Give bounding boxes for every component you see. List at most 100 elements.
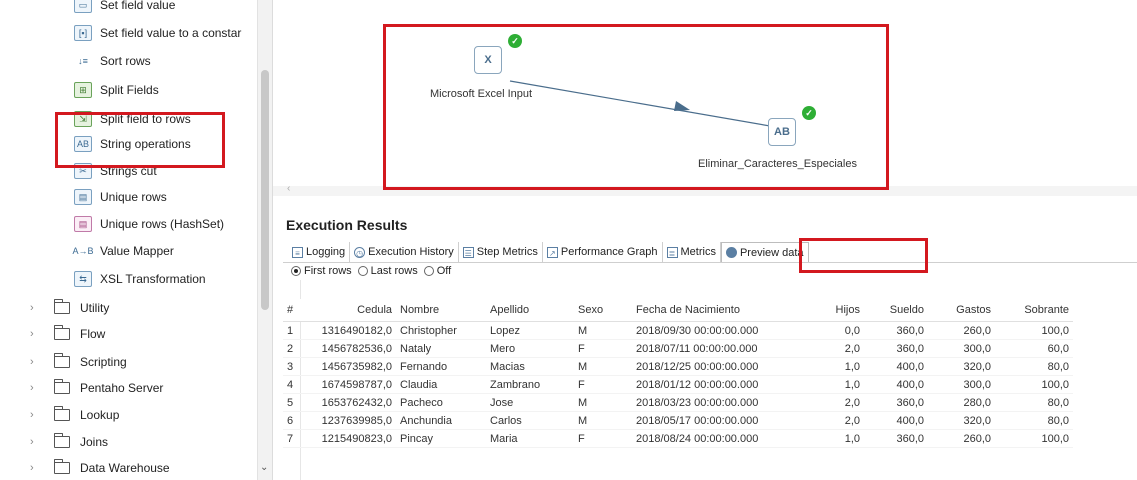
- logging-icon: ≡: [292, 246, 303, 258]
- category-joins[interactable]: › Joins: [0, 430, 108, 454]
- value-mapper-icon: A→B: [72, 246, 94, 256]
- tab-performance-graph[interactable]: ↗ Performance Graph: [543, 242, 663, 262]
- table-cell: 5: [283, 393, 300, 412]
- table-cell: 320,0: [928, 357, 995, 376]
- table-cell: 360,0: [864, 429, 928, 448]
- table-row[interactable]: 3 1456735982,0 Fernando Macias M 2018/12/25 0…: [283, 357, 1073, 376]
- table-cell: 80,0: [995, 357, 1073, 376]
- folder-icon: [54, 459, 70, 474]
- category-utility[interactable]: › Utility: [0, 296, 109, 320]
- table-cell: Pacheco: [396, 393, 486, 412]
- table-row[interactable]: 1 1316490182,0 Christopher Lopez M 2018/09/30…: [283, 321, 1073, 340]
- chevron-right-icon: ›: [30, 328, 34, 340]
- table-cell: 2,0: [798, 411, 864, 430]
- table-cell: 6: [283, 411, 300, 430]
- table-cell: 280,0: [928, 393, 995, 412]
- table-row[interactable]: 7 1215490823,0 Pincay Maria F 2018/08/24 00:0…: [283, 429, 1073, 448]
- table-cell: Claudia: [396, 375, 486, 394]
- column-header-1[interactable]: Cedula: [300, 299, 396, 322]
- column-header-4[interactable]: Sexo: [574, 299, 632, 322]
- table-cell: 60,0: [995, 339, 1073, 358]
- category-lookup[interactable]: › Lookup: [0, 403, 119, 427]
- tab-preview-data[interactable]: Preview data: [720, 241, 809, 263]
- step-value-mapper[interactable]: A→B Value Mapper: [72, 240, 174, 262]
- execution-tabs: ≡ Logging ◷ Execution History ☰ Step Met…: [288, 241, 809, 263]
- radio-off[interactable]: Off: [423, 265, 451, 277]
- category-pentaho-server[interactable]: › Pentaho Server: [0, 376, 163, 400]
- table-cell: 2018/09/30 00:00:00.000: [632, 321, 798, 340]
- table-cell: 260,0: [928, 321, 995, 340]
- table-cell: 80,0: [995, 393, 1073, 412]
- table-cell: F: [574, 375, 632, 394]
- table-cell: M: [574, 393, 632, 412]
- table-cell: Zambrano: [486, 375, 574, 394]
- category-flow[interactable]: › Flow: [0, 322, 105, 346]
- table-cell: 2018/01/12 00:00:00.000: [632, 375, 798, 394]
- table-cell: 1,0: [798, 429, 864, 448]
- table-header-row: # Cedula Nombre Apellido Sexo Fecha de Nacimi…: [283, 299, 1073, 322]
- history-icon: ◷: [354, 246, 366, 258]
- preview-data-table: # Cedula Nombre Apellido Sexo Fecha de Nacimi…: [283, 299, 1073, 448]
- column-header-0[interactable]: #: [283, 299, 300, 322]
- folder-icon: [54, 299, 70, 314]
- tab-divider: [283, 262, 1137, 263]
- tab-step-metrics[interactable]: ☰ Step Metrics: [459, 242, 543, 262]
- column-header-7[interactable]: Sueldo: [864, 299, 928, 322]
- unique-rows-hashset-icon: ▤: [74, 216, 92, 232]
- column-header-9[interactable]: Sobrante: [995, 299, 1073, 322]
- radio-last-rows[interactable]: Last rows: [357, 265, 418, 277]
- table-cell: 1237639985,0: [300, 411, 396, 430]
- chevron-down-icon[interactable]: ⌄: [260, 462, 268, 473]
- table-row[interactable]: 4 1674598787,0 Claudia Zambrano F 2018/01/12 …: [283, 375, 1073, 394]
- category-data-warehouse[interactable]: › Data Warehouse: [0, 456, 170, 480]
- table-cell: 360,0: [864, 393, 928, 412]
- table-cell: 2: [283, 339, 300, 358]
- table-cell: 400,0: [864, 357, 928, 376]
- chevron-right-icon: ›: [30, 462, 34, 474]
- column-header-5[interactable]: Fecha de Nacimiento: [632, 299, 798, 322]
- table-cell: Maria: [486, 429, 574, 448]
- table-cell: 100,0: [995, 321, 1073, 340]
- column-header-6[interactable]: Hijos: [798, 299, 864, 322]
- table-cell: 2018/03/23 00:00:00.000: [632, 393, 798, 412]
- table-cell: Carlos: [486, 411, 574, 430]
- radio-first-rows[interactable]: First rows: [291, 265, 352, 277]
- table-cell: 2018/05/17 00:00:00.000: [632, 411, 798, 430]
- table-cell: 0,0: [798, 321, 864, 340]
- table-cell: M: [574, 357, 632, 376]
- folder-icon: [54, 433, 70, 448]
- table-row[interactable]: 6 1237639985,0 Anchundia Carlos M 2018/05/17 …: [283, 411, 1073, 430]
- column-header-3[interactable]: Apellido: [486, 299, 574, 322]
- table-cell: 1,0: [798, 375, 864, 394]
- column-header-2[interactable]: Nombre: [396, 299, 486, 322]
- step-unique-rows-hashset[interactable]: ▤ Unique rows (HashSet): [74, 213, 224, 235]
- table-cell: 1215490823,0: [300, 429, 396, 448]
- highlight-box-preview-data: [799, 238, 928, 273]
- step-xsl-transformation[interactable]: ⇆ XSL Transformation: [74, 268, 206, 290]
- tab-metrics[interactable]: ≣ Metrics: [663, 242, 721, 262]
- radio-selected-icon: [291, 266, 301, 276]
- table-row[interactable]: 2 1456782536,0 Nataly Mero F 2018/07/11 00:00…: [283, 339, 1073, 358]
- table-cell: Fernando: [396, 357, 486, 376]
- folder-icon: [54, 379, 70, 394]
- table-cell: Christopher: [396, 321, 486, 340]
- tab-logging[interactable]: ≡ Logging: [288, 242, 351, 262]
- table-cell: Pincay: [396, 429, 486, 448]
- category-scripting[interactable]: › Scripting: [0, 350, 127, 374]
- table-row[interactable]: 5 1653762432,0 Pacheco Jose M 2018/03/23 00:0…: [283, 393, 1073, 412]
- table-cell: 400,0: [864, 375, 928, 394]
- table-cell: Mero: [486, 339, 574, 358]
- tab-execution-history[interactable]: ◷ Execution History: [350, 242, 459, 262]
- table-cell: Jose: [486, 393, 574, 412]
- chevron-right-icon: ›: [30, 409, 34, 421]
- chevron-right-icon: ›: [30, 356, 34, 368]
- table-cell: 1674598787,0: [300, 375, 396, 394]
- table-cell: 7: [283, 429, 300, 448]
- table-cell: 2,0: [798, 393, 864, 412]
- preview-eye-icon: [725, 247, 737, 258]
- execution-results-title: Execution Results: [286, 217, 408, 233]
- table-cell: 400,0: [864, 411, 928, 430]
- highlight-box-canvas: [383, 24, 889, 190]
- table-cell: M: [574, 321, 632, 340]
- column-header-8[interactable]: Gastos: [928, 299, 995, 322]
